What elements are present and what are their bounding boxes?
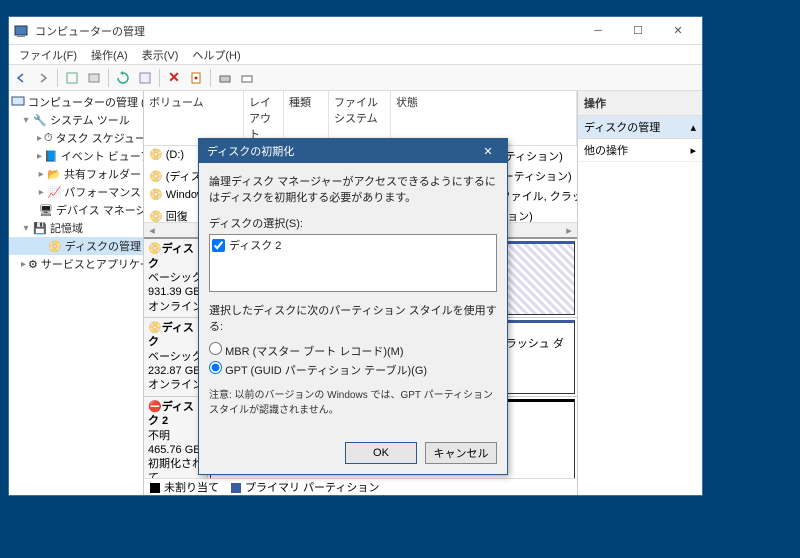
nav-tree[interactable]: コンピューターの管理 (ローカル) ▾🔧システム ツール ▸⏱タスク スケジュー… — [9, 91, 144, 495]
device-icon: 🖥 — [39, 203, 53, 217]
scheduler-icon: ⏱ — [44, 131, 53, 145]
col-layout[interactable]: レイアウト — [244, 91, 284, 145]
dialog-title: ディスクの初期化 — [207, 143, 294, 159]
perf-icon: 📈 — [48, 185, 62, 199]
tree-disk-management[interactable]: ディスクの管理 — [65, 238, 141, 254]
disk2-checkbox[interactable] — [212, 239, 225, 252]
menubar: ファイル(F) 操作(A) 表示(V) ヘルプ(H) — [9, 45, 702, 65]
dialog-titlebar: ディスクの初期化 ✕ — [199, 139, 507, 163]
storage-icon: 💾 — [33, 221, 47, 235]
expander-icon[interactable]: ▸ — [37, 187, 46, 198]
back-button[interactable] — [11, 68, 31, 88]
dialog-close-button[interactable]: ✕ — [477, 145, 499, 158]
gpt-radio[interactable] — [209, 361, 222, 374]
toolbar-icon[interactable] — [135, 68, 155, 88]
legend: 未割り当て プライマリ パーティション — [144, 478, 577, 495]
col-status[interactable]: 状態 — [391, 91, 577, 145]
ok-button[interactable]: OK — [345, 442, 417, 464]
cancel-button[interactable]: キャンセル — [425, 442, 497, 464]
window-title: コンピューターの管理 — [35, 23, 578, 39]
mbr-radio-label[interactable]: MBR (マスター ブート レコード)(M) — [209, 342, 497, 359]
refresh-icon[interactable] — [113, 68, 133, 88]
toolbar-icon[interactable] — [215, 68, 235, 88]
disk-select-label: ディスクの選択(S): — [209, 215, 497, 231]
col-type[interactable]: 種類 — [284, 91, 329, 145]
col-fs[interactable]: ファイル システム — [329, 91, 391, 145]
col-volume[interactable]: ボリューム — [144, 91, 244, 145]
actions-pane: 操作 ディスクの管理▴ 他の操作▸ — [577, 91, 702, 495]
close-button[interactable]: ✕ — [658, 17, 698, 45]
expander-icon[interactable]: ▸ — [37, 151, 42, 162]
actions-selected[interactable]: ディスクの管理▴ — [578, 116, 702, 139]
forward-button[interactable] — [33, 68, 53, 88]
maximize-button[interactable]: ☐ — [618, 17, 658, 45]
toolbar-icon[interactable] — [62, 68, 82, 88]
disk-select-list[interactable]: ディスク 2 — [209, 234, 497, 292]
expander-icon[interactable]: ▾ — [21, 115, 31, 126]
toolbar-icon[interactable] — [186, 68, 206, 88]
share-icon: 📂 — [47, 167, 61, 181]
expander-icon[interactable]: ▸ — [37, 169, 45, 180]
gpt-radio-label[interactable]: GPT (GUID パーティション テーブル)(G) — [209, 361, 497, 378]
menu-action[interactable]: 操作(A) — [85, 45, 134, 65]
partition-style-label: 選択したディスクに次のパーティション スタイルを使用する: — [209, 302, 497, 334]
computer-icon — [11, 95, 25, 109]
disk-checkbox-item[interactable]: ディスク 2 — [212, 237, 494, 253]
toolbar: ✕ — [9, 65, 702, 91]
eventviewer-icon: 📘 — [44, 149, 58, 163]
initialize-disk-dialog: ディスクの初期化 ✕ 論理ディスク マネージャーがアクセスできるようにするにはデ… — [198, 138, 508, 475]
tools-icon: 🔧 — [33, 113, 47, 127]
expander-icon[interactable]: ▸ — [37, 133, 42, 144]
app-icon — [13, 23, 29, 39]
expander-icon[interactable]: ▸ — [21, 259, 26, 270]
services-icon: ⚙ — [28, 257, 38, 271]
toolbar-icon[interactable] — [237, 68, 257, 88]
dialog-message: 論理ディスク マネージャーがアクセスできるようにするにはディスクを初期化する必要… — [209, 173, 497, 205]
actions-other[interactable]: 他の操作▸ — [578, 139, 702, 162]
actions-header: 操作 — [578, 91, 702, 116]
titlebar: コンピューターの管理 ─ ☐ ✕ — [9, 17, 702, 45]
menu-help[interactable]: ヘルプ(H) — [186, 45, 246, 65]
delete-icon[interactable]: ✕ — [164, 68, 184, 88]
right-arrow-icon: ▸ — [690, 144, 696, 157]
mbr-radio[interactable] — [209, 342, 222, 355]
expander-icon[interactable]: ▾ — [21, 223, 31, 234]
dialog-note: 注意: 以前のバージョンの Windows では、GPT パーティション スタイ… — [209, 386, 497, 416]
minimize-button[interactable]: ─ — [578, 17, 618, 45]
up-arrow-icon: ▴ — [690, 121, 696, 134]
diskmgmt-icon: 📀 — [48, 239, 62, 253]
menu-view[interactable]: 表示(V) — [136, 45, 185, 65]
menu-file[interactable]: ファイル(F) — [13, 45, 83, 65]
toolbar-icon[interactable] — [84, 68, 104, 88]
